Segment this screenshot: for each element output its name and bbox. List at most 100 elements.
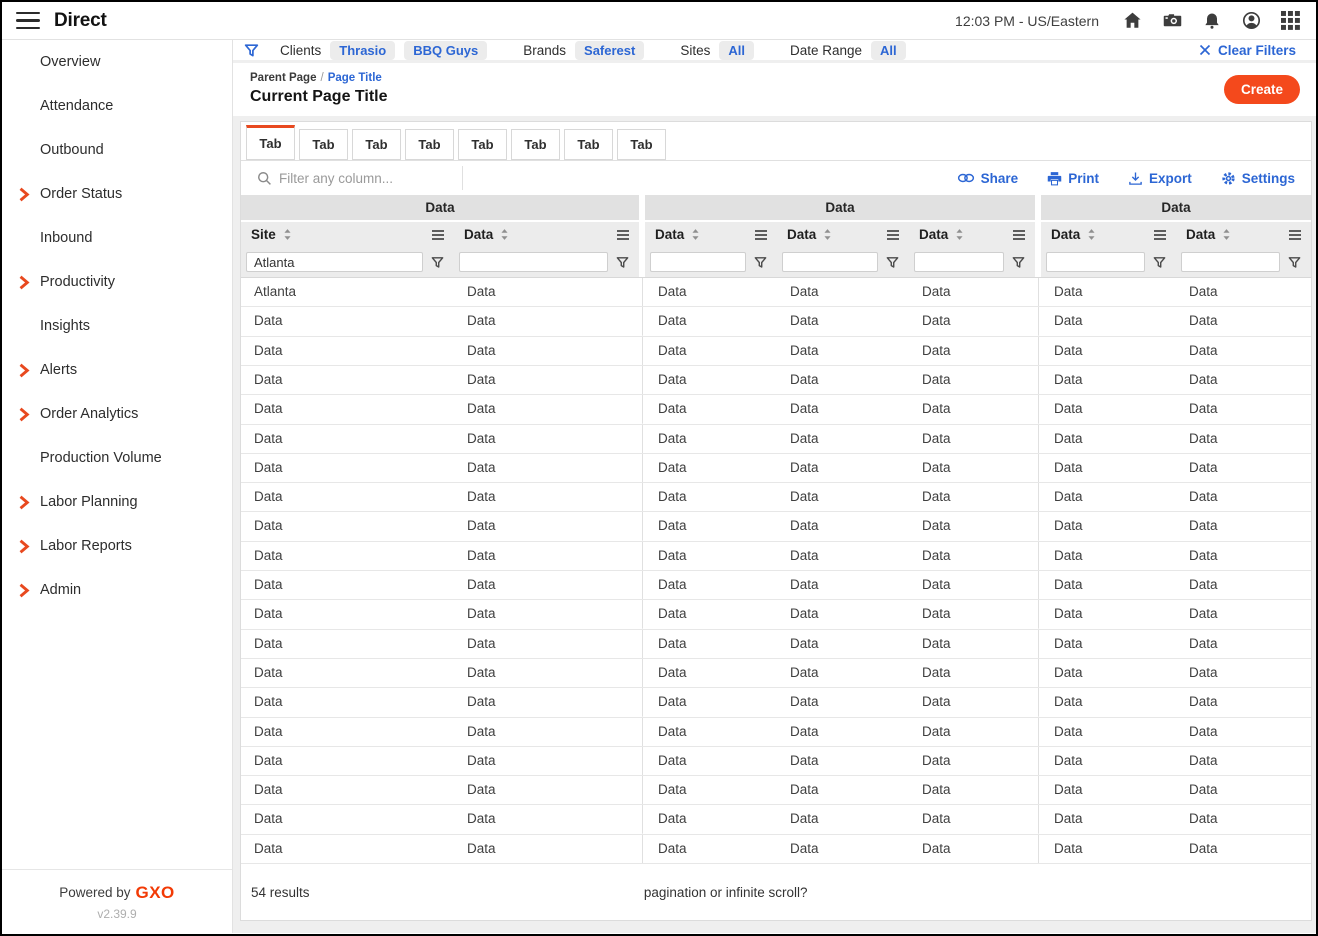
column-filter-input-1[interactable] xyxy=(246,252,423,272)
filter-funnel-icon[interactable] xyxy=(243,42,260,59)
clear-filters-button[interactable]: Clear Filters xyxy=(1199,43,1296,58)
breadcrumb-current-link[interactable]: Page Title xyxy=(328,72,382,84)
table-cell: Data xyxy=(1176,483,1311,511)
column-filter-input-3[interactable] xyxy=(650,252,746,272)
column-header-data-6[interactable]: Data xyxy=(1176,222,1311,247)
sidebar-item-label: Insights xyxy=(40,318,90,334)
table-cell: Data xyxy=(645,630,777,658)
tab-8[interactable]: Tab xyxy=(617,129,666,160)
table-cell: Data xyxy=(454,747,639,775)
export-label: Export xyxy=(1149,171,1192,186)
sidebar-item-inbound[interactable]: Inbound xyxy=(2,216,232,260)
tab-5[interactable]: Tab xyxy=(458,129,507,160)
tabs-row: TabTabTabTabTabTabTabTab xyxy=(241,122,1311,161)
sidebar-item-label: Attendance xyxy=(40,98,113,114)
tab-6[interactable]: Tab xyxy=(511,129,560,160)
column-menu-icon[interactable] xyxy=(886,229,900,241)
column-header-data-1[interactable]: Data xyxy=(454,222,639,247)
apps-grid-icon[interactable] xyxy=(1281,11,1300,30)
filter-group-brands: BrandsSaferest xyxy=(523,41,644,60)
data-table: DataDataData SiteDataDataDataDataDataDat… xyxy=(241,195,1311,864)
tab-7[interactable]: Tab xyxy=(564,129,613,160)
column-header-data-5[interactable]: Data xyxy=(1041,222,1176,247)
tab-4[interactable]: Tab xyxy=(405,129,454,160)
table-cell: Atlanta xyxy=(241,278,454,306)
global-filter-bar: ClientsThrasioBBQ GuysBrandsSaferestSite… xyxy=(233,40,1316,60)
column-menu-icon[interactable] xyxy=(754,229,768,241)
filter-funnel-icon[interactable] xyxy=(615,255,630,270)
sidebar-item-productivity[interactable]: Productivity xyxy=(2,260,232,304)
table-cell: Data xyxy=(645,512,777,540)
sidebar-item-labor-reports[interactable]: Labor Reports xyxy=(2,524,232,568)
bell-icon[interactable] xyxy=(1202,11,1222,31)
column-header-site[interactable]: Site xyxy=(241,222,454,247)
tab-2[interactable]: Tab xyxy=(299,129,348,160)
table-cell: Data xyxy=(777,600,909,628)
sidebar-item-order-analytics[interactable]: Order Analytics xyxy=(2,392,232,436)
sidebar-item-alerts[interactable]: Alerts xyxy=(2,348,232,392)
sidebar-item-order-status[interactable]: Order Status xyxy=(2,172,232,216)
sidebar-item-overview[interactable]: Overview xyxy=(2,40,232,84)
column-filter-input-4[interactable] xyxy=(782,252,878,272)
tab-1[interactable]: Tab xyxy=(246,125,295,160)
table-cell: Data xyxy=(454,718,639,746)
column-menu-icon[interactable] xyxy=(431,229,445,241)
filter-funnel-icon[interactable] xyxy=(1011,255,1026,270)
share-button[interactable]: Share xyxy=(957,171,1019,186)
tab-3[interactable]: Tab xyxy=(352,129,401,160)
table-cell: Data xyxy=(1041,659,1176,687)
column-filter-input-6[interactable] xyxy=(1046,252,1145,272)
filter-funnel-icon[interactable] xyxy=(430,255,445,270)
camera-icon[interactable] xyxy=(1162,10,1183,31)
column-header-data-2[interactable]: Data xyxy=(645,222,777,247)
column-filter-input-2[interactable] xyxy=(459,252,608,272)
column-filter-input-7[interactable] xyxy=(1181,252,1280,272)
settings-button[interactable]: Settings xyxy=(1221,171,1295,186)
filter-funnel-icon[interactable] xyxy=(753,255,768,270)
column-menu-icon[interactable] xyxy=(1153,229,1167,241)
column-menu-icon[interactable] xyxy=(616,229,630,241)
sidebar-item-labor-planning[interactable]: Labor Planning xyxy=(2,480,232,524)
filter-chip-bbq-guys[interactable]: BBQ Guys xyxy=(404,41,487,60)
table-cell: Data xyxy=(241,366,454,394)
column-menu-icon[interactable] xyxy=(1012,229,1026,241)
table-cell: Data xyxy=(454,395,639,423)
export-button[interactable]: Export xyxy=(1128,171,1192,186)
create-button[interactable]: Create xyxy=(1224,75,1300,104)
sidebar-item-outbound[interactable]: Outbound xyxy=(2,128,232,172)
powered-by-text: Powered by xyxy=(59,885,130,900)
chevron-right-icon xyxy=(15,582,32,599)
column-filter-input-5[interactable] xyxy=(914,252,1004,272)
sidebar-item-production-volume[interactable]: Production Volume xyxy=(2,436,232,480)
table-row: DataDataDataDataDataDataData xyxy=(241,337,1311,366)
hamburger-menu-icon[interactable] xyxy=(16,12,40,30)
filter-funnel-icon[interactable] xyxy=(1152,255,1167,270)
filter-chip-saferest[interactable]: Saferest xyxy=(575,41,644,60)
table-cell: Data xyxy=(241,747,454,775)
column-header-data-4[interactable]: Data xyxy=(909,222,1035,247)
main-card: TabTabTabTabTabTabTabTab SharePrintExpor… xyxy=(240,121,1312,921)
card-footer: 54 results pagination or infinite scroll… xyxy=(241,864,1311,920)
column-menu-icon[interactable] xyxy=(1288,229,1302,241)
filter-chip-thrasio[interactable]: Thrasio xyxy=(330,41,395,60)
sidebar-item-admin[interactable]: Admin xyxy=(2,568,232,612)
print-button[interactable]: Print xyxy=(1047,171,1099,186)
table-cell: Data xyxy=(777,688,909,716)
table-column-header-row: SiteDataDataDataDataDataData xyxy=(241,222,1311,247)
filter-funnel-icon[interactable] xyxy=(1287,255,1302,270)
sidebar-item-attendance[interactable]: Attendance xyxy=(2,84,232,128)
filter-funnel-icon[interactable] xyxy=(885,255,900,270)
home-icon[interactable] xyxy=(1122,10,1143,31)
chevron-spacer xyxy=(15,98,32,115)
column-header-data-3[interactable]: Data xyxy=(777,222,909,247)
column-filter-cell xyxy=(1041,247,1176,277)
sidebar-item-insights[interactable]: Insights xyxy=(2,304,232,348)
table-cell: Data xyxy=(909,688,1035,716)
table-row: DataDataDataDataDataDataData xyxy=(241,659,1311,688)
filter-chip-all[interactable]: All xyxy=(871,41,906,60)
filter-any-column-input[interactable] xyxy=(279,171,462,186)
sidebar-item-label: Alerts xyxy=(40,362,77,378)
filter-chip-all[interactable]: All xyxy=(719,41,754,60)
sidebar-item-label: Production Volume xyxy=(40,450,162,466)
user-icon[interactable] xyxy=(1241,10,1262,31)
